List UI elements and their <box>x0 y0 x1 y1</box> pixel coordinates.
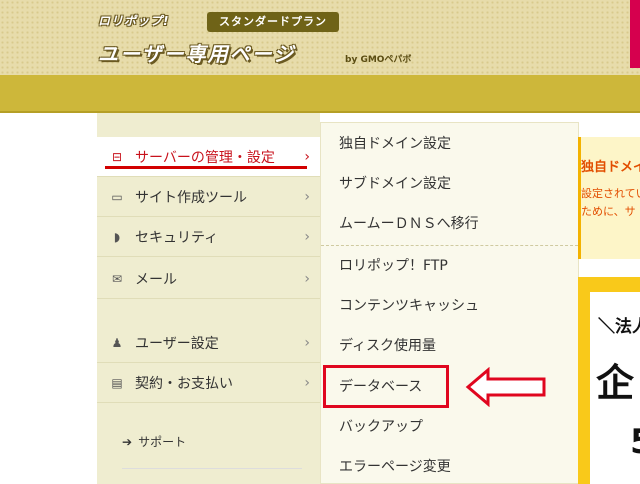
promo-card: ＼法人 企 5 <box>590 292 640 484</box>
chevron-right-icon: › <box>304 270 310 287</box>
sidebar-item-mail[interactable]: ✉ メール › <box>97 259 320 299</box>
notice-text: ために、サ <box>581 205 636 218</box>
page-title[interactable]: ユーザー専用ページ <box>98 38 295 67</box>
server-settings-submenu: 独自ドメイン設定 サブドメイン設定 ムームーＤＮＳへ移行 ロリポップ！FTP コ… <box>320 122 579 484</box>
shield-icon: ◗ <box>113 229 121 244</box>
sidebar-item-security[interactable]: ◗ セキュリティ › <box>97 217 320 257</box>
sidebar-item-label: サイト作成ツール <box>135 189 247 206</box>
menu-item-custom-domain[interactable]: 独自ドメイン設定 <box>321 123 578 163</box>
menu-item-ftp[interactable]: ロリポップ！FTP <box>321 245 578 285</box>
support-link[interactable]: ➔ サポート <box>122 433 186 450</box>
menu-item-subdomain[interactable]: サブドメイン設定 <box>321 163 578 203</box>
laptop-icon: ▭ <box>111 189 123 204</box>
chevron-right-icon: › <box>304 148 310 165</box>
sidebar-item-user-settings[interactable]: ♟ ユーザー設定 › <box>97 323 320 363</box>
header: ロリポップ! スタンダードプラン ユーザー専用ページ by GMOペパボ <box>0 0 640 75</box>
promo-text: 企 <box>596 361 635 405</box>
lolipop-logo[interactable]: ロリポップ! <box>98 12 169 29</box>
header-band <box>0 75 640 113</box>
header-edge-accent <box>630 0 640 68</box>
menu-item-muumuu-dns[interactable]: ムームーＤＮＳへ移行 <box>321 203 578 243</box>
sidebar-item-billing[interactable]: ▤ 契約・お支払い › <box>97 363 320 403</box>
sidebar-item-server-settings[interactable]: ⊟ サーバーの管理・設定 › <box>97 137 320 177</box>
chevron-right-icon: › <box>304 228 310 245</box>
support-label: サポート <box>138 435 187 449</box>
menu-item-backup[interactable]: バックアップ <box>321 406 578 446</box>
menu-item-error-page[interactable]: エラーページ変更 <box>321 446 578 484</box>
notice-text: 設定されてい <box>581 187 640 200</box>
server-icon: ⊟ <box>111 149 123 164</box>
chevron-right-icon: › <box>304 374 310 391</box>
mail-icon: ✉ <box>111 271 123 286</box>
sidebar-item-label: サーバーの管理・設定 <box>135 149 275 166</box>
domain-notice: 独自ドメイ 設定されてい ために、サ <box>578 137 640 259</box>
active-item-underline <box>105 166 307 169</box>
user-icon: ♟ <box>111 335 123 350</box>
divider <box>122 468 302 469</box>
menu-item-disk-usage[interactable]: ディスク使用量 <box>321 325 578 365</box>
promo-text: ＼法人 <box>598 317 640 337</box>
sidebar-item-label: メール <box>135 271 177 288</box>
credit-card-icon: ▤ <box>111 375 123 390</box>
sidebar-item-label: セキュリティ <box>135 229 219 246</box>
callout-arrow-icon <box>465 367 546 407</box>
chevron-right-icon: › <box>304 334 310 351</box>
arrow-right-icon: ➔ <box>122 435 133 449</box>
sidebar-item-label: ユーザー設定 <box>135 335 219 352</box>
gmo-pepabo-logo: by GMOペパボ <box>345 55 412 65</box>
highlight-box <box>323 365 449 408</box>
plan-badge: スタンダードプラン <box>207 12 339 32</box>
promo-banner[interactable]: ＼法人 企 5 <box>578 277 640 484</box>
chevron-right-icon: › <box>304 188 310 205</box>
menu-item-content-cache[interactable]: コンテンツキャッシュ <box>321 285 578 325</box>
promo-text: 5 <box>630 422 640 462</box>
sidebar-item-label: 契約・お支払い <box>135 375 233 392</box>
notice-title: 独自ドメイ <box>581 160 640 175</box>
sidebar-item-site-tools[interactable]: ▭ サイト作成ツール › <box>97 177 320 217</box>
